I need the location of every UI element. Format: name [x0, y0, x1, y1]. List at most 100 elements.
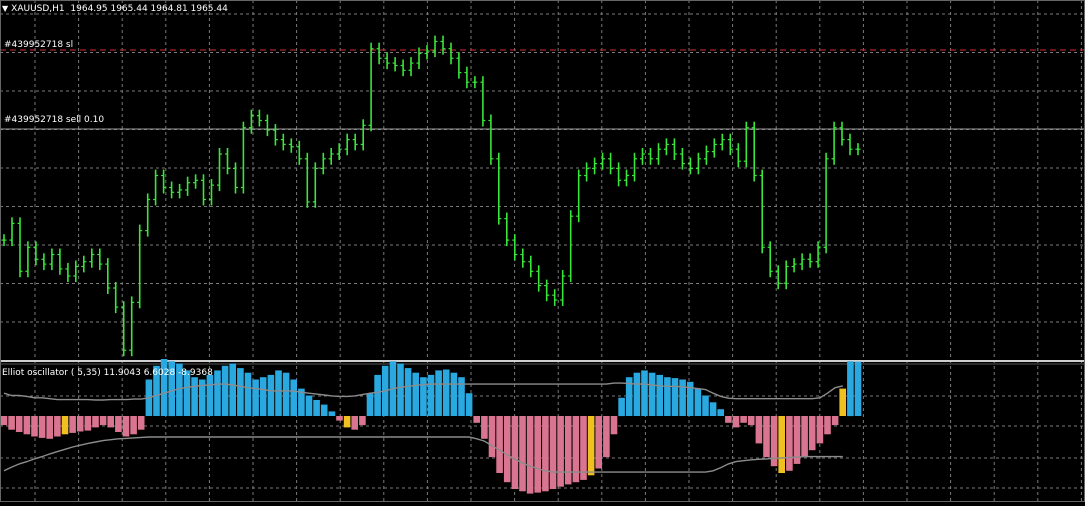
- histogram-bar: [31, 416, 38, 437]
- histogram-bar: [641, 370, 648, 416]
- histogram-bar: [610, 416, 618, 435]
- histogram-bar: [359, 416, 366, 426]
- histogram-bar: [54, 416, 61, 437]
- histogram-bar: [252, 379, 259, 416]
- symbol-text: XAUUSD,H1: [11, 4, 65, 14]
- histogram-bar: [259, 377, 267, 416]
- histogram-bar: [564, 416, 572, 485]
- histogram-bar: [244, 372, 252, 416]
- chart-window[interactable]: ▼ XAUUSD,H1 1964.95 1965.44 1964.81 1965.…: [0, 0, 1085, 502]
- histogram-bar: [420, 377, 427, 416]
- histogram-bar: [534, 416, 541, 493]
- histogram-bar: [305, 395, 313, 416]
- histogram-bar: [549, 416, 557, 489]
- histogram-bar: [618, 397, 625, 417]
- histogram-bar: [671, 378, 679, 416]
- histogram-bar: [15, 416, 23, 432]
- histogram-bar: [397, 363, 404, 416]
- histogram-bar: [542, 416, 549, 492]
- histogram-bar: [526, 416, 534, 494]
- histogram-bar: [831, 416, 839, 426]
- histogram-bar: [519, 416, 526, 492]
- histogram-bar: [61, 416, 69, 435]
- oscillator-label: Elliot oscillator ( 5,35) 11.9043 6.6028…: [2, 368, 213, 378]
- histogram-bar: [46, 416, 53, 439]
- histogram-bar: [587, 416, 595, 476]
- histogram-bar: [374, 374, 381, 416]
- ohlc-text: 1964.95 1965.44 1964.81 1965.44: [70, 4, 228, 14]
- histogram-bar: [69, 416, 76, 433]
- histogram-bar: [313, 400, 320, 416]
- histogram-bar: [839, 388, 846, 416]
- histogram-bar: [511, 416, 519, 489]
- histogram-bar: [122, 416, 130, 437]
- histogram-bar: [481, 416, 488, 439]
- histogram-bar: [137, 416, 145, 430]
- histogram-bar: [694, 388, 702, 416]
- histogram-bar: [84, 416, 92, 431]
- histogram-bar: [664, 377, 671, 416]
- histogram-bar: [412, 372, 419, 416]
- histogram-bar: [801, 416, 808, 458]
- histogram-bar: [496, 416, 503, 473]
- histogram-bar: [732, 416, 740, 428]
- histogram-bar: [343, 416, 351, 428]
- histogram-bar: [107, 416, 114, 428]
- histogram-bar: [351, 416, 358, 430]
- histogram-bar: [206, 374, 214, 416]
- histogram-bar: [656, 374, 663, 416]
- histogram-bar: [0, 416, 8, 426]
- histogram-bar: [229, 363, 236, 416]
- histogram-bar: [450, 372, 458, 416]
- histogram-bar: [99, 416, 107, 426]
- symbol-header: ▼ XAUUSD,H1 1964.95 1965.44 1964.81 1965.…: [2, 3, 228, 15]
- histogram-bar: [8, 416, 15, 430]
- histogram-bar: [214, 370, 221, 416]
- histogram-bar: [763, 416, 770, 458]
- histogram-bar: [366, 393, 374, 416]
- histogram-bar: [465, 393, 473, 416]
- histogram-bar: [76, 416, 84, 432]
- histogram-bar: [130, 416, 137, 435]
- histogram-bar: [488, 416, 496, 458]
- histogram-bar: [427, 374, 435, 416]
- histogram-bar: [854, 361, 862, 416]
- histogram-bar: [290, 379, 297, 416]
- histogram-bar: [275, 370, 282, 416]
- histogram-bar: [847, 361, 854, 417]
- stop-loss-label: #439952718 sl: [4, 40, 74, 50]
- histogram-bar: [328, 411, 336, 416]
- histogram-bar: [755, 416, 763, 444]
- histogram-bar: [435, 370, 442, 416]
- histogram-bar: [747, 416, 755, 426]
- histogram-bar: [458, 377, 465, 416]
- histogram-bar: [633, 372, 641, 416]
- price-chart[interactable]: [0, 0, 1085, 502]
- histogram-bar: [824, 416, 831, 435]
- histogram-bar: [580, 416, 587, 480]
- triangle-down-icon[interactable]: ▼: [2, 3, 8, 14]
- histogram-bar: [92, 416, 99, 428]
- histogram-bar: [725, 416, 732, 423]
- histogram-bar: [473, 416, 480, 423]
- histogram-bar: [282, 372, 290, 416]
- histogram-bar: [267, 374, 275, 416]
- histogram-bar: [115, 416, 122, 432]
- histogram-bar: [595, 416, 602, 469]
- histogram-bar: [786, 416, 793, 471]
- histogram-bar: [816, 416, 824, 444]
- histogram-bar: [740, 416, 747, 423]
- histogram-bar: [702, 395, 709, 416]
- histogram-bar: [320, 404, 328, 416]
- histogram-bar: [808, 416, 816, 451]
- histogram-bar: [717, 409, 724, 416]
- histogram-bar: [778, 416, 785, 473]
- histogram-bar: [23, 416, 31, 435]
- order-label: #439952718 sell 0.10: [4, 115, 105, 125]
- histogram-bar: [221, 365, 229, 416]
- histogram-bar: [557, 416, 564, 487]
- histogram-bar: [404, 368, 412, 416]
- histogram-bar: [191, 377, 198, 416]
- histogram-bar: [38, 416, 46, 438]
- histogram-bar: [442, 369, 450, 416]
